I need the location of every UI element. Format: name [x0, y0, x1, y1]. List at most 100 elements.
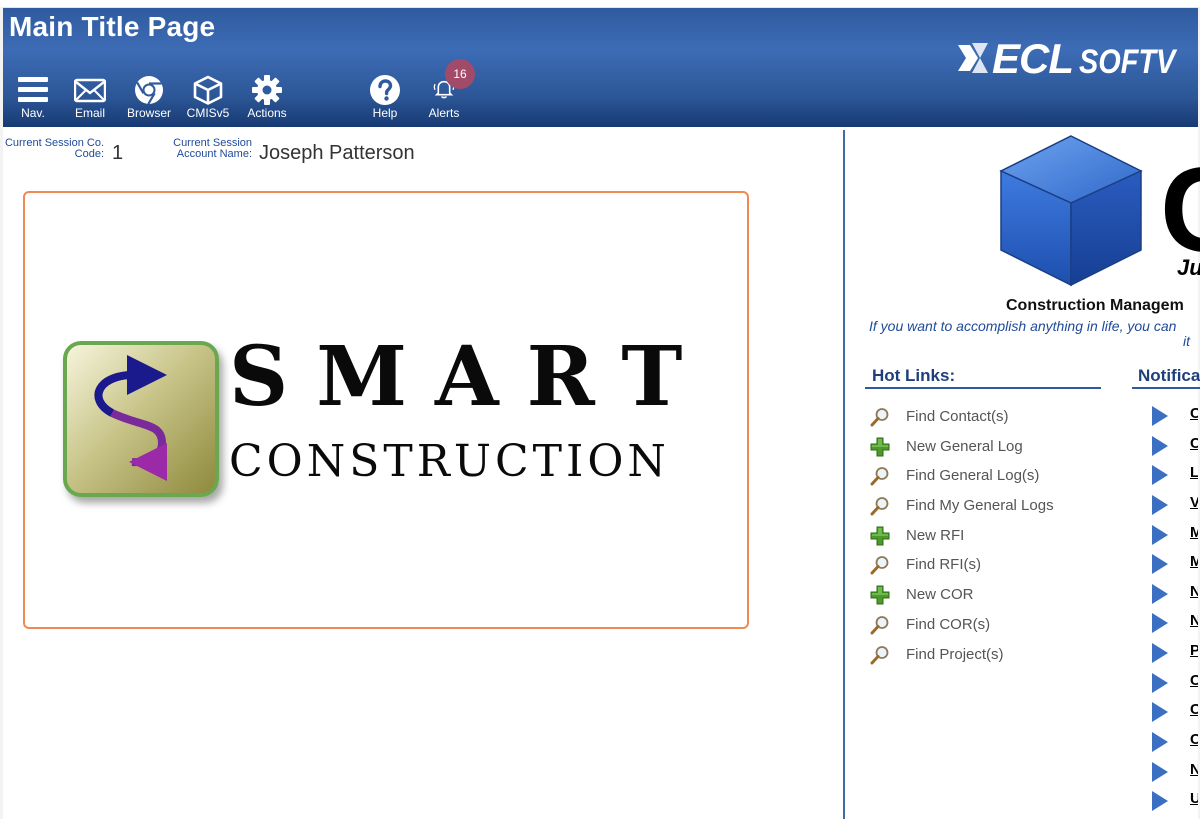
s-arrows-icon — [94, 355, 167, 481]
account-name-label-line2: Account Name: — [176, 148, 252, 160]
hot-link-item[interactable]: Find COR(s) — [868, 612, 1108, 642]
triangle-bullet-icon — [1152, 643, 1168, 664]
help-label: Help — [372, 106, 398, 120]
hot-link-item[interactable]: Find General Log(s) — [868, 463, 1108, 493]
notification-link[interactable]: M — [1190, 553, 1198, 570]
notification-item[interactable]: C — [1150, 431, 1200, 461]
notification-link[interactable]: N — [1190, 583, 1198, 600]
hot-link-item[interactable]: Find Contact(s) — [868, 404, 1108, 434]
notification-item[interactable]: C — [1150, 668, 1200, 698]
gear-icon — [252, 75, 282, 105]
triangle-bullet-icon — [1152, 406, 1168, 426]
notification-link[interactable]: U — [1190, 790, 1198, 807]
hot-link-item[interactable]: New General Log — [868, 434, 1108, 464]
triangle-bullet-icon — [1152, 672, 1168, 693]
notification-item[interactable]: N — [1150, 579, 1200, 609]
hot-link-label: New General Log — [906, 437, 1023, 455]
panel-divider — [843, 130, 845, 819]
notification-item[interactable]: V — [1150, 490, 1200, 520]
triangle-bullet-icon — [1152, 732, 1168, 753]
hot-link-label: Find RFI(s) — [906, 556, 981, 574]
chrome-browser-icon — [135, 76, 163, 105]
alerts-button[interactable]: 16 Alerts — [414, 59, 475, 127]
quote-line-1: If you want to accomplish anything in li… — [869, 318, 1177, 334]
magnifier-icon — [870, 467, 889, 486]
hot-link-label: Find COR(s) — [906, 615, 991, 633]
notification-link[interactable]: C — [1190, 701, 1198, 718]
triangle-bullet-icon — [1152, 494, 1168, 515]
account-name-label: Current Session Account Name: — [160, 138, 252, 160]
magnifier-icon — [870, 645, 889, 664]
hot-link-item[interactable]: Find My General Logs — [868, 493, 1108, 523]
notification-link[interactable]: P — [1190, 642, 1198, 659]
notification-link[interactable]: N — [1190, 612, 1198, 629]
actions-label: Actions — [247, 106, 287, 120]
notifications-heading: Notifica — [1132, 366, 1200, 389]
magnifier-icon — [870, 556, 889, 575]
quote-line-2: it — [1183, 333, 1190, 349]
magnifier-icon — [870, 497, 889, 516]
notification-item[interactable]: C — [1150, 727, 1200, 757]
notification-link[interactable]: C — [1190, 435, 1198, 452]
hot-link-label: Find Project(s) — [906, 645, 1004, 663]
green-plus-icon — [870, 437, 890, 457]
hot-link-item[interactable]: Find Project(s) — [868, 642, 1108, 672]
cmisv5-button[interactable]: CMISv5 — [178, 68, 238, 127]
triangle-bullet-icon — [1152, 583, 1168, 604]
magnifier-icon — [870, 408, 889, 427]
triangle-bullet-icon — [1152, 702, 1168, 723]
construction-subtitle: CONSTRUCTION — [229, 436, 670, 487]
triangle-bullet-icon — [1152, 554, 1168, 575]
alerts-label: Alerts — [428, 106, 460, 120]
magnifier-icon — [870, 615, 889, 635]
notification-link[interactable]: N — [1190, 761, 1198, 778]
actions-button[interactable]: Actions — [237, 68, 297, 127]
notification-link[interactable]: C — [1190, 731, 1198, 748]
browser-button[interactable]: Browser — [119, 68, 179, 127]
hot-links-heading: Hot Links: — [865, 366, 1101, 389]
nav-button[interactable]: Nav. — [3, 68, 63, 127]
smart-construction-logo-panel: SMART CONSTRUCTION — [23, 191, 749, 629]
help-button[interactable]: Help — [355, 68, 415, 127]
notification-item[interactable]: C — [1150, 401, 1200, 431]
company-code-value: 1 — [112, 142, 124, 164]
notification-item[interactable]: U — [1150, 786, 1200, 816]
hamburger-menu-icon — [18, 77, 48, 102]
notification-item[interactable]: N — [1150, 608, 1200, 638]
hot-links-list: Find Contact(s) New General Log Find Gener… — [868, 404, 1108, 671]
hot-link-label: Find Contact(s) — [906, 408, 1009, 425]
notification-item[interactable]: N — [1150, 757, 1200, 787]
app-header: Main Title Page ECL SOFTV Nav. Email Bro… — [3, 8, 1198, 127]
hot-link-label: Find My General Logs — [906, 497, 1054, 515]
smart-construction-emblem — [63, 341, 219, 497]
notification-link[interactable]: L — [1190, 464, 1198, 481]
notification-link[interactable]: C — [1190, 405, 1198, 422]
envelope-icon — [74, 78, 106, 103]
company-code-label-line2: Code: — [74, 148, 104, 160]
hot-link-label: New COR — [906, 586, 974, 604]
notification-item[interactable]: C — [1150, 697, 1200, 727]
hot-link-item[interactable]: New RFI — [868, 523, 1108, 553]
notification-item[interactable]: L — [1150, 460, 1200, 490]
notification-item[interactable]: M — [1150, 549, 1200, 579]
cmisv5-label: CMISv5 — [186, 106, 230, 120]
triangle-bullet-icon — [1152, 613, 1168, 634]
triangle-bullet-icon — [1152, 761, 1168, 782]
hot-link-label: Find General Log(s) — [906, 467, 1040, 485]
hot-link-item[interactable]: Find RFI(s) — [868, 552, 1108, 582]
notification-link[interactable]: C — [1190, 672, 1198, 689]
triangle-bullet-icon — [1152, 465, 1168, 486]
notifications-list: CCLVMMNNPCCCNU — [1150, 401, 1200, 816]
notification-item[interactable]: M — [1150, 520, 1200, 550]
notification-item[interactable]: P — [1150, 638, 1200, 668]
triangle-bullet-icon — [1152, 524, 1168, 545]
notification-link[interactable]: M — [1190, 524, 1198, 541]
account-name-value: Joseph Patterson — [259, 142, 415, 164]
email-button[interactable]: Email — [60, 68, 120, 127]
product-cube-logo — [999, 135, 1143, 287]
hot-link-item[interactable]: New COR — [868, 582, 1108, 612]
product-logo-letter: C — [1160, 150, 1200, 270]
cube-icon — [193, 75, 223, 105]
green-plus-icon — [870, 585, 890, 605]
notification-link[interactable]: V — [1190, 494, 1198, 511]
